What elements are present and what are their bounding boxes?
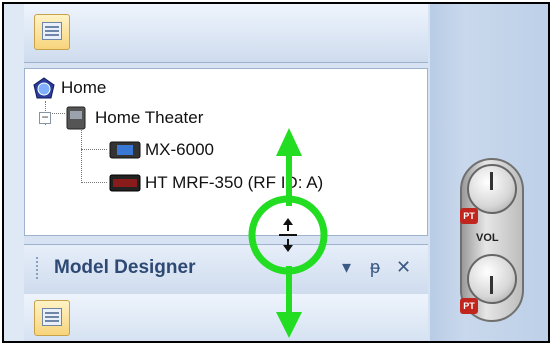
toolbar-button[interactable] xyxy=(34,300,70,336)
model-designer-header[interactable]: Model Designer ▾ ᵽ ✕ xyxy=(24,244,428,295)
dropdown-button[interactable]: ▾ xyxy=(342,257,351,278)
toolbar-icon xyxy=(42,308,62,326)
device-icon xyxy=(109,141,141,159)
vol-label: VOL xyxy=(476,232,499,244)
left-pane: Home − Home Theater MX-6000 HT MRF-350 (… xyxy=(24,4,431,341)
collapse-toggle[interactable]: − xyxy=(39,111,51,124)
tree-item-label: MX-6000 xyxy=(145,140,214,159)
volume-knob-bottom[interactable] xyxy=(467,254,517,304)
toolbar-button[interactable] xyxy=(34,14,70,50)
top-toolbar xyxy=(24,4,428,63)
drag-grip[interactable] xyxy=(36,257,38,281)
tree-item-label: HT MRF-350 (RF ID: A) xyxy=(145,173,324,192)
app-window: Home − Home Theater MX-6000 HT MRF-350 (… xyxy=(2,2,550,343)
pt-badge: PT xyxy=(460,298,478,314)
device-icon xyxy=(109,174,141,192)
toolbar-icon xyxy=(42,22,62,40)
device-tree[interactable]: Home − Home Theater MX-6000 HT MRF-350 (… xyxy=(24,68,428,236)
close-icon[interactable]: ✕ xyxy=(396,257,411,278)
tree-item-label: Home Theater xyxy=(95,108,204,127)
pin-icon[interactable]: ᵽ xyxy=(370,257,380,278)
panel-title: Model Designer xyxy=(54,257,196,278)
designer-toolbar xyxy=(24,294,428,341)
tree-item-label: Home xyxy=(61,78,107,97)
volume-knob-top[interactable] xyxy=(467,164,517,214)
home-globe-icon xyxy=(33,77,55,99)
home-theater-icon xyxy=(66,106,86,130)
pt-badge: PT xyxy=(460,208,478,224)
remote-control-preview: PT VOL PT xyxy=(460,158,524,322)
remote-preview-pane: PT VOL PT xyxy=(430,4,548,341)
